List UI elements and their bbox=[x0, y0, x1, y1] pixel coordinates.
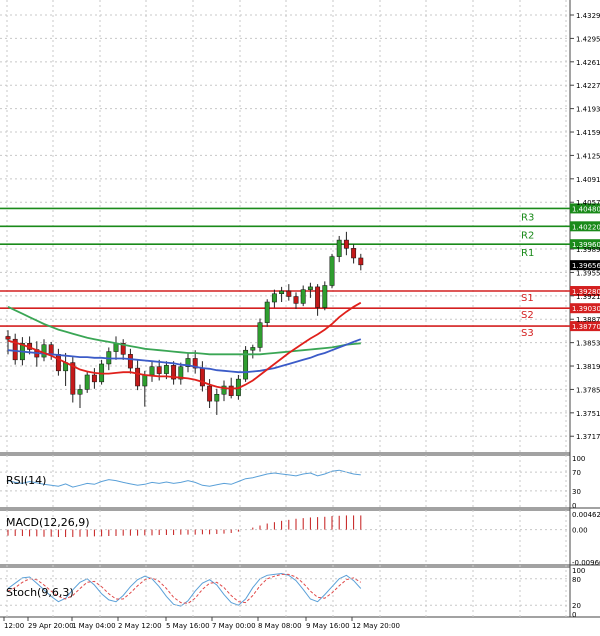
candle-body bbox=[336, 239, 342, 257]
candle-body bbox=[264, 301, 270, 323]
candle-body bbox=[257, 322, 263, 348]
time-tick-label: 8 May 08:00 bbox=[258, 622, 302, 630]
level-price-text: 1.38770 bbox=[572, 323, 600, 331]
candle-body bbox=[351, 248, 357, 259]
time-tick-label: 5 May 16:00 bbox=[166, 622, 210, 630]
macd-tick-label: 0.00 bbox=[572, 527, 588, 535]
price-tick-label: 1.39210 bbox=[576, 293, 600, 301]
rsi-tick-label: 100 bbox=[572, 455, 585, 463]
price-tick-label: 1.39550 bbox=[576, 269, 600, 277]
price-tick-label: 1.42610 bbox=[576, 59, 600, 67]
price-tick-label: 1.41590 bbox=[576, 129, 600, 137]
candle-body bbox=[307, 286, 313, 290]
level-label-r1: R1 bbox=[521, 248, 534, 259]
time-tick-label: 12:00 bbox=[4, 622, 24, 630]
rsi-label: RSI(14) bbox=[6, 474, 46, 487]
candle-body bbox=[300, 289, 306, 304]
candle-body bbox=[84, 374, 90, 390]
candle-body bbox=[329, 256, 335, 286]
candle-body bbox=[127, 354, 133, 369]
price-tick-label: 1.37850 bbox=[576, 386, 600, 394]
candle-body bbox=[293, 296, 299, 304]
level-price-text: 1.39030 bbox=[572, 305, 600, 313]
candle-body bbox=[41, 344, 47, 358]
time-tick-label: 1 May 04:00 bbox=[72, 622, 116, 630]
stoch-tick-label: 100 bbox=[572, 567, 585, 575]
candle-body bbox=[214, 394, 220, 402]
candle-body bbox=[358, 257, 364, 266]
trading-chart[interactable]: R3 1.40480 R2 1.40220 R1 1.39960 S1 1.39280 S2 1.… bbox=[0, 0, 600, 631]
candle-body bbox=[149, 366, 155, 376]
time-tick-label: 9 May 16:00 bbox=[306, 622, 350, 630]
candle-body bbox=[113, 343, 119, 352]
price-tick-label: 1.42950 bbox=[576, 35, 600, 43]
price-tick-label: 1.37170 bbox=[576, 433, 600, 441]
level-price-text: 1.40220 bbox=[572, 223, 600, 231]
price-tick-label: 1.38870 bbox=[576, 316, 600, 324]
candle-body bbox=[286, 290, 292, 297]
price-tick-label: 1.38190 bbox=[576, 363, 600, 371]
candle-body bbox=[322, 285, 328, 308]
stoch-tick-label: 20 bbox=[572, 602, 581, 610]
price-tick-label: 1.40910 bbox=[576, 176, 600, 184]
candle-body bbox=[5, 336, 11, 340]
candle-body bbox=[135, 367, 141, 387]
price-tick-label: 1.43290 bbox=[576, 12, 600, 20]
rsi-tick-label: 70 bbox=[572, 469, 581, 477]
candle-body bbox=[250, 347, 256, 351]
candle-body bbox=[279, 290, 285, 295]
price-tick-label: 1.38530 bbox=[576, 340, 600, 348]
current-price-text: 1.39656 bbox=[572, 262, 600, 270]
price-tick-label: 1.40570 bbox=[576, 199, 600, 207]
time-tick-label: 2 May 12:00 bbox=[118, 622, 162, 630]
candle-body bbox=[91, 374, 97, 383]
level-label-r3: R3 bbox=[521, 212, 534, 223]
rsi-tick-label: 30 bbox=[572, 488, 581, 496]
stoch-label: Stoch(9,6,3) bbox=[6, 586, 74, 599]
stoch-tick-label: 80 bbox=[572, 576, 581, 584]
candle-body bbox=[343, 239, 349, 249]
macd-tick-label: -0.00960 bbox=[572, 559, 600, 567]
candle-body bbox=[271, 293, 277, 303]
candle-body bbox=[142, 374, 148, 387]
level-label-s3: S3 bbox=[521, 328, 534, 339]
level-label-s1: S1 bbox=[521, 293, 534, 304]
price-tick-label: 1.41930 bbox=[576, 106, 600, 114]
level-label-r2: R2 bbox=[521, 230, 534, 241]
candle-body bbox=[163, 365, 169, 374]
candle-body bbox=[315, 286, 321, 308]
time-tick-label: 7 May 00:00 bbox=[212, 622, 256, 630]
candle-body bbox=[48, 344, 54, 355]
level-label-s2: S2 bbox=[521, 310, 534, 321]
rsi-tick-label: 0 bbox=[572, 502, 576, 510]
macd-label: MACD(12,26,9) bbox=[6, 516, 90, 529]
macd-tick-label: 0.004625 bbox=[572, 511, 600, 519]
price-tick-label: 1.41250 bbox=[576, 152, 600, 160]
price-tick-label: 1.42270 bbox=[576, 82, 600, 90]
candle-body bbox=[55, 354, 61, 372]
stoch-tick-label: 0 bbox=[572, 611, 576, 619]
price-tick-label: 1.39890 bbox=[576, 246, 600, 254]
candle-body bbox=[207, 385, 213, 402]
time-tick-label: 12 May 20:00 bbox=[352, 622, 400, 630]
time-tick-label: 29 Apr 20:00 bbox=[28, 622, 74, 630]
candle-body bbox=[228, 385, 234, 396]
price-tick-label: 1.37510 bbox=[576, 410, 600, 418]
candle-body bbox=[77, 389, 83, 395]
candle-body bbox=[156, 366, 162, 374]
